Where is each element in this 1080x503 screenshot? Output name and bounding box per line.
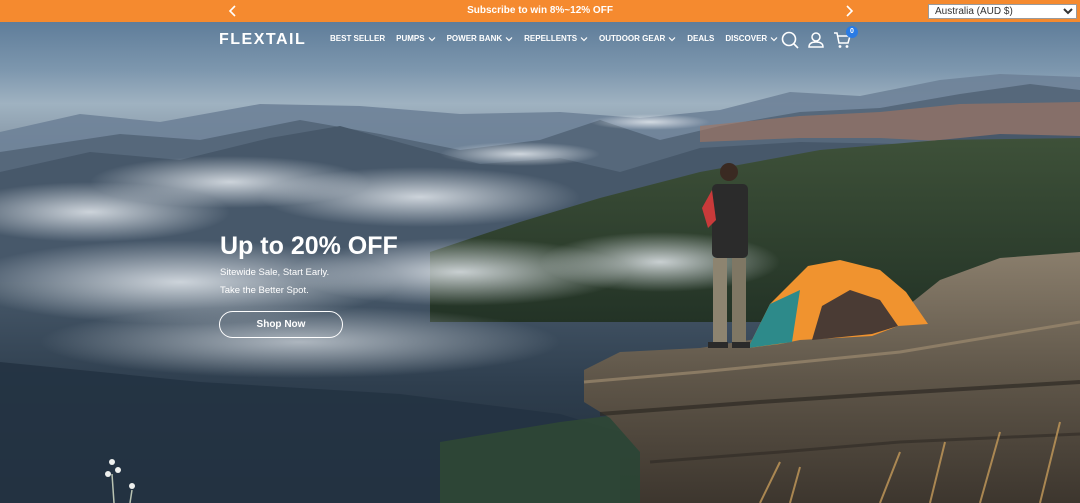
nav-label: REPELLENTS — [524, 34, 578, 43]
nav-label: POWER BANK — [446, 34, 503, 43]
brand-logo[interactable]: FLEXTAIL — [219, 31, 306, 49]
main-nav: BEST SELLER PUMPS POWER BANK REPELLENTS … — [330, 34, 778, 43]
nav-outdoor-gear[interactable]: OUTDOOR GEAR — [599, 34, 676, 43]
chevron-down-icon — [770, 36, 778, 41]
nav-best-seller[interactable]: BEST SELLER — [330, 34, 385, 43]
announcement-next-button[interactable] — [840, 2, 858, 20]
nav-pumps[interactable]: PUMPS — [396, 34, 436, 43]
hero-banner — [0, 22, 1080, 503]
chevron-down-icon — [668, 36, 676, 41]
hero-subline: Sitewide Sale, Start Early. — [220, 267, 330, 278]
account-icon[interactable] — [806, 30, 826, 50]
search-icon[interactable] — [780, 30, 800, 50]
nav-label: DISCOVER — [725, 34, 768, 43]
site-header: FLEXTAIL BEST SELLER PUMPS POWER BANK RE… — [0, 22, 1080, 58]
nav-repellents[interactable]: REPELLENTS — [524, 34, 588, 43]
nav-discover[interactable]: DISCOVER — [725, 34, 778, 43]
nav-label: OUTDOOR GEAR — [599, 34, 666, 43]
chevron-down-icon — [505, 36, 513, 41]
nav-power-bank[interactable]: POWER BANK — [447, 34, 514, 43]
cart-count-badge: 0 — [846, 26, 858, 38]
region-select[interactable]: Australia (AUD $) — [928, 4, 1077, 19]
hero-subline: Take the Better Spot. — [220, 285, 309, 296]
nav-label: DEALS — [687, 34, 715, 43]
hero-headline: Up to 20% OFF — [220, 232, 398, 260]
chevron-down-icon — [428, 36, 436, 41]
nav-label: PUMPS — [396, 34, 425, 43]
hero-landscape-image — [0, 74, 1080, 503]
chevron-down-icon — [580, 36, 588, 41]
nav-label: BEST SELLER — [330, 34, 386, 43]
announcement-bar: Subscribe to win 8%~12% OFF Australia (A… — [0, 0, 1080, 22]
chevron-right-icon — [846, 5, 854, 17]
announcement-text[interactable]: Subscribe to win 8%~12% OFF — [0, 0, 1080, 22]
nav-deals[interactable]: DEALS — [687, 34, 714, 43]
shop-now-button[interactable]: Shop Now — [219, 311, 343, 338]
